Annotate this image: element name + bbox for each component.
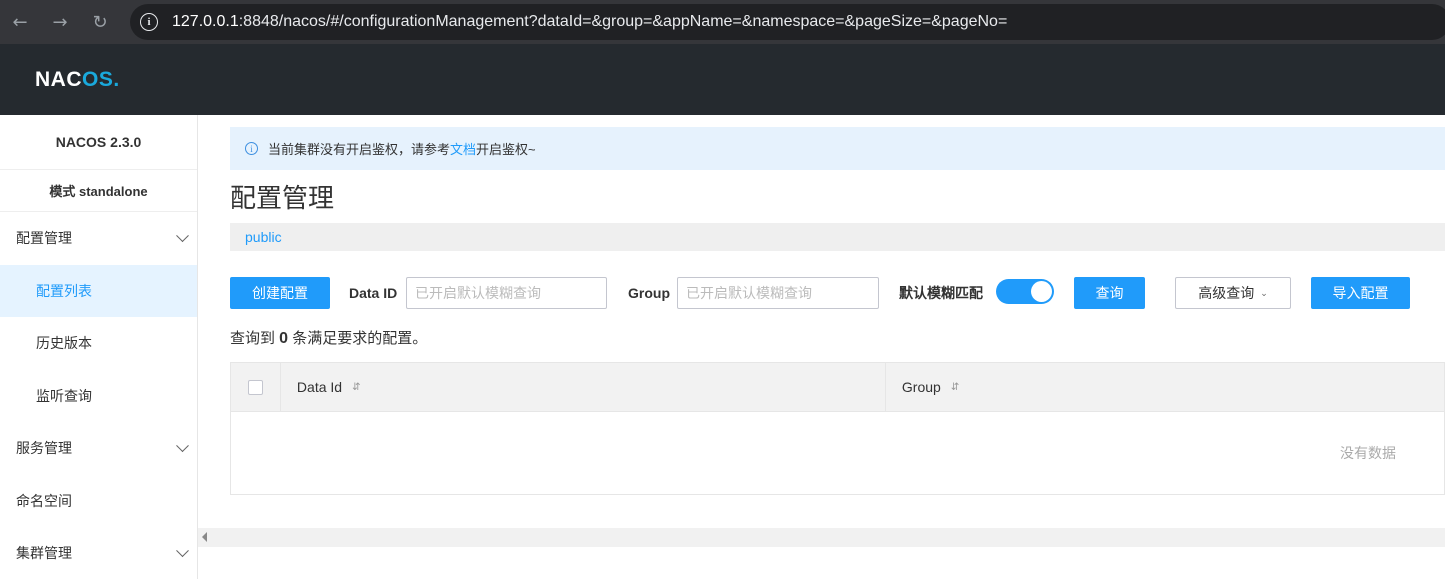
result-prefix: 查询到 xyxy=(230,330,280,347)
column-label: Data Id xyxy=(296,379,343,395)
url-text[interactable]: 127.0.0.1:8848/nacos/#/configurationMana… xyxy=(172,13,1007,31)
reload-icon[interactable]: ↻ xyxy=(82,4,118,40)
fuzzy-match-label: 默认模糊匹配 xyxy=(899,285,983,301)
info-icon: i xyxy=(245,142,258,155)
namespace-public[interactable]: public xyxy=(245,229,282,245)
browser-toolbar: ← → ↻ i 127.0.0.1:8848/nacos/#/configura… xyxy=(0,0,1445,44)
query-button[interactable]: 查询 xyxy=(1074,277,1145,309)
sort-icon[interactable]: ⇵ xyxy=(951,382,959,393)
toggle-knob xyxy=(1031,281,1052,302)
advanced-query-button[interactable]: 高级查询 ⌄ xyxy=(1175,277,1291,309)
logo-text-prefix: NAC xyxy=(35,67,82,91)
column-group[interactable]: Group ⇵ xyxy=(886,363,1444,411)
url-host: 127.0.0.1 xyxy=(172,13,239,30)
chevron-down-icon xyxy=(176,229,189,243)
page-title: 配置管理 xyxy=(230,183,335,213)
address-bar[interactable]: i 127.0.0.1:8848/nacos/#/configurationMa… xyxy=(130,4,1445,40)
chevron-down-icon xyxy=(176,439,189,453)
app-header: NACOS. xyxy=(0,44,1445,115)
sidebar-item-label: 集群管理 xyxy=(16,545,72,562)
sidebar-item-label: 服务管理 xyxy=(16,440,72,457)
sidebar-item-label: 配置管理 xyxy=(16,230,72,247)
auth-notice: i 当前集群没有开启鉴权，请参考 文档 开启鉴权~ xyxy=(230,127,1445,170)
empty-state: 没有数据 xyxy=(1340,445,1396,461)
select-all-cell xyxy=(231,363,281,411)
group-input[interactable]: 已开启默认模糊查询 xyxy=(677,277,879,309)
notice-text-before: 当前集群没有开启鉴权，请参考 xyxy=(268,142,451,157)
sidebar-item-cluster-management[interactable]: 集群管理 xyxy=(0,527,197,580)
column-dataid[interactable]: Data Id ⇵ xyxy=(281,363,886,411)
sidebar: NACOS 2.3.0 模式 standalone 配置管理 配置列表 历史版本… xyxy=(0,115,198,579)
logo-dot: . xyxy=(113,67,120,91)
nacos-logo[interactable]: NACOS. xyxy=(35,68,120,92)
result-number: 0 xyxy=(279,330,289,347)
sidebar-item-config-management[interactable]: 配置管理 xyxy=(0,212,197,265)
sidebar-item-history[interactable]: 历史版本 xyxy=(0,317,197,370)
advanced-query-label: 高级查询 xyxy=(1198,285,1255,301)
result-count: 查询到 0 条满足要求的配置。 xyxy=(230,327,427,348)
sidebar-item-service-management[interactable]: 服务管理 xyxy=(0,422,197,475)
url-path: :8848/nacos/#/configurationManagement?da… xyxy=(238,13,1008,30)
sidebar-item-config-list[interactable]: 配置列表 xyxy=(0,264,197,317)
sidebar-item-label: 历史版本 xyxy=(36,335,92,352)
docs-link[interactable]: 文档 xyxy=(450,139,476,158)
fuzzy-match-toggle[interactable] xyxy=(996,279,1054,304)
site-info-icon[interactable]: i xyxy=(140,13,158,31)
sort-icon[interactable]: ⇵ xyxy=(352,382,360,393)
sidebar-item-listener-query[interactable]: 监听查询 xyxy=(0,370,197,423)
config-table: Data Id ⇵ Group ⇵ 没有数据 xyxy=(230,362,1445,495)
table-header: Data Id ⇵ Group ⇵ xyxy=(231,363,1444,412)
dataid-label: Data ID xyxy=(349,285,398,301)
chevron-down-icon: ⌄ xyxy=(1260,287,1268,298)
import-config-button[interactable]: 导入配置 xyxy=(1311,277,1410,309)
namespace-bar: public xyxy=(230,223,1445,251)
sidebar-mode: 模式 standalone xyxy=(0,170,197,212)
create-config-button[interactable]: 创建配置 xyxy=(230,277,330,309)
sidebar-item-label: 命名空间 xyxy=(16,492,72,509)
notice-text-after: 开启鉴权~ xyxy=(476,142,536,157)
search-toolbar: 创建配置 Data ID 已开启默认模糊查询 Group 已开启默认模糊查询 默… xyxy=(230,277,1445,309)
sidebar-item-label: 配置列表 xyxy=(36,282,92,299)
sidebar-item-label: 监听查询 xyxy=(36,387,92,404)
main-content: i 当前集群没有开启鉴权，请参考 文档 开启鉴权~ 配置管理 public 创建配置… xyxy=(198,115,1445,579)
scroll-left-icon[interactable] xyxy=(202,532,207,542)
group-label: Group xyxy=(628,285,670,301)
column-label: Group xyxy=(901,379,941,395)
forward-arrow-icon[interactable]: → xyxy=(42,4,78,40)
result-suffix: 条满足要求的配置。 xyxy=(288,330,428,347)
chevron-down-icon xyxy=(176,544,189,558)
sidebar-item-namespace[interactable]: 命名空间 xyxy=(0,475,197,528)
dataid-input[interactable]: 已开启默认模糊查询 xyxy=(406,277,607,309)
back-arrow-icon[interactable]: ← xyxy=(2,4,38,40)
sidebar-version: NACOS 2.3.0 xyxy=(0,115,197,170)
select-all-checkbox[interactable] xyxy=(247,379,263,395)
logo-text-accent: OS xyxy=(82,67,114,91)
horizontal-scrollbar[interactable] xyxy=(198,528,1445,547)
